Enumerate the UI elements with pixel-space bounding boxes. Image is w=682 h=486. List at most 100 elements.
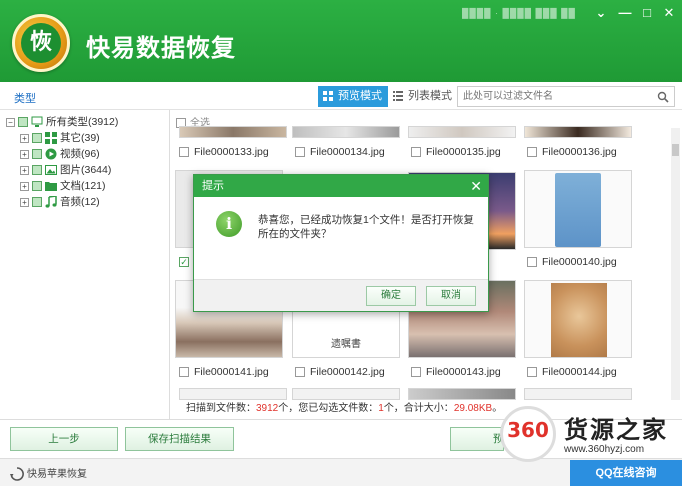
expand-icon[interactable]: +	[20, 133, 29, 143]
thumb-caption: 遗嘱書	[331, 339, 361, 350]
expand-icon[interactable]: +	[20, 181, 29, 191]
grid-view-icon	[323, 91, 333, 101]
tree-item-all[interactable]: − 所有类型(3912)	[6, 114, 118, 130]
thumbnail[interactable]	[179, 388, 287, 400]
file-item[interactable]: File0000133.jpg	[179, 146, 269, 158]
logo-char: 恢	[21, 23, 61, 63]
file-item[interactable]: File0000140.jpg	[527, 256, 617, 268]
file-checkbox[interactable]	[411, 147, 421, 158]
maximize-button[interactable]: □	[636, 4, 658, 22]
thumbnail[interactable]	[292, 126, 400, 138]
music-icon	[45, 196, 57, 208]
dialog-title: 提示	[202, 180, 224, 192]
prev-step-button[interactable]: 上一步	[10, 427, 118, 451]
menu-dropdown-button[interactable]: ⌄	[590, 4, 612, 22]
tree-checkbox[interactable]	[32, 133, 42, 144]
thumbnail[interactable]	[179, 126, 287, 138]
file-name: File0000142.jpg	[310, 366, 385, 378]
list-view-icon	[393, 91, 403, 101]
file-item[interactable]: File0000144.jpg	[527, 366, 617, 378]
filter-search-box	[457, 86, 675, 107]
tree-checkbox[interactable]	[32, 149, 42, 160]
title-bar: 恢 快易数据恢复 ████ · ████ ███ ██ ⌄ — □ ✕	[0, 0, 682, 82]
recycle-icon	[10, 467, 24, 482]
file-checkbox[interactable]	[179, 367, 189, 378]
tree-item-label: 所有类型(3912)	[46, 116, 119, 128]
scrollbar-thumb[interactable]	[672, 144, 679, 156]
app-title: 快易数据恢复	[86, 34, 236, 62]
search-icon[interactable]	[657, 91, 669, 103]
total-size: 29.08KB	[453, 403, 493, 414]
thumbnail[interactable]	[408, 388, 516, 400]
tree-item-audio[interactable]: + 音频(12)	[20, 194, 100, 210]
thumbnail[interactable]	[524, 280, 632, 358]
filter-input[interactable]	[458, 87, 643, 106]
tree-item-other[interactable]: + 其它(39)	[20, 130, 100, 146]
expand-icon[interactable]: +	[20, 165, 29, 175]
file-item[interactable]: File0000143.jpg	[411, 366, 501, 378]
file-item[interactable]: File0000142.jpg	[295, 366, 385, 378]
thumbnail[interactable]	[408, 126, 516, 138]
file-name: File0000140.jpg	[542, 256, 617, 268]
close-button[interactable]: ✕	[658, 4, 680, 22]
thumbnail[interactable]	[292, 388, 400, 400]
file-name: File0000141.jpg	[194, 366, 269, 378]
list-mode-button[interactable]: 列表模式	[388, 86, 458, 107]
dialog-close-icon[interactable]: ✕	[470, 175, 482, 197]
file-item[interactable]: File0000141.jpg	[179, 366, 269, 378]
status-prefix: 扫描到文件数：	[186, 403, 256, 414]
preview-button[interactable]: 预	[450, 427, 504, 451]
file-checkbox[interactable]	[527, 257, 537, 268]
save-scan-button[interactable]: 保存扫描结果	[125, 427, 234, 451]
tree-item-label: 文档(121)	[60, 180, 106, 192]
file-checkbox[interactable]	[295, 147, 305, 158]
tree-item-label: 图片(3644)	[60, 164, 112, 176]
account-info: ████ · ████ ███ ██	[462, 8, 576, 18]
image-icon	[45, 165, 57, 176]
tree-checkbox[interactable]	[32, 181, 42, 192]
expand-icon[interactable]: +	[20, 149, 29, 159]
file-checkbox-checked[interactable]: ✓	[179, 257, 189, 268]
tree-item-image[interactable]: + 图片(3644)	[20, 162, 111, 178]
minimize-button[interactable]: —	[614, 4, 636, 22]
tree-item-video[interactable]: + 视频(96)	[20, 146, 100, 162]
file-item[interactable]: File0000134.jpg	[295, 146, 385, 158]
file-item[interactable]: File0000135.jpg	[411, 146, 501, 158]
ok-button[interactable]: 确定	[366, 286, 416, 306]
file-checkbox[interactable]	[295, 367, 305, 378]
tree-item-label: 视频(96)	[60, 148, 100, 160]
dialog-message: 恭喜您，已经成功恢复1个文件！是否打开恢复所在的文件夹？	[258, 214, 474, 240]
file-name: File0000134.jpg	[310, 146, 385, 158]
file-name: File0000143.jpg	[426, 366, 501, 378]
tree-checkbox[interactable]	[18, 117, 28, 128]
thumbnail[interactable]	[524, 170, 632, 248]
status-mid2: 个，合计大小：	[383, 403, 454, 414]
apple-recovery-link[interactable]: 快易苹果恢复	[10, 465, 87, 482]
file-checkbox[interactable]	[527, 367, 537, 378]
tree-checkbox[interactable]	[32, 165, 42, 176]
file-item[interactable]: File0000136.jpg	[527, 146, 617, 158]
expand-icon[interactable]: +	[20, 197, 29, 207]
preview-mode-label: 预览模式	[338, 90, 382, 102]
watermark: 360 货源之家 www.360hyzj.com	[500, 404, 682, 468]
collapse-icon[interactable]: −	[6, 117, 15, 127]
file-checkbox[interactable]	[411, 367, 421, 378]
vertical-scrollbar[interactable]	[671, 128, 680, 400]
file-checkbox[interactable]	[179, 147, 189, 158]
tree-item-document[interactable]: + 文档(121)	[20, 178, 106, 194]
tree-checkbox[interactable]	[32, 197, 42, 208]
file-name: File0000144.jpg	[542, 366, 617, 378]
apple-recovery-label: 快易苹果恢复	[27, 469, 87, 480]
file-checkbox[interactable]	[527, 147, 537, 158]
thumbnail[interactable]	[524, 388, 632, 400]
video-icon	[45, 148, 57, 160]
file-item[interactable]: ✓	[179, 256, 194, 268]
thumbnail[interactable]	[524, 126, 632, 138]
status-mid: 个，您已勾选文件数：	[278, 403, 379, 414]
grid-icon	[45, 132, 57, 145]
preview-mode-button[interactable]: 预览模式	[318, 86, 388, 107]
computer-icon	[31, 116, 43, 128]
prompt-dialog: 提示 ✕ i 恭喜您，已经成功恢复1个文件！是否打开恢复所在的文件夹？ 确定 取…	[193, 174, 489, 312]
cancel-button[interactable]: 取消	[426, 286, 476, 306]
dialog-footer: 确定 取消	[194, 279, 488, 311]
